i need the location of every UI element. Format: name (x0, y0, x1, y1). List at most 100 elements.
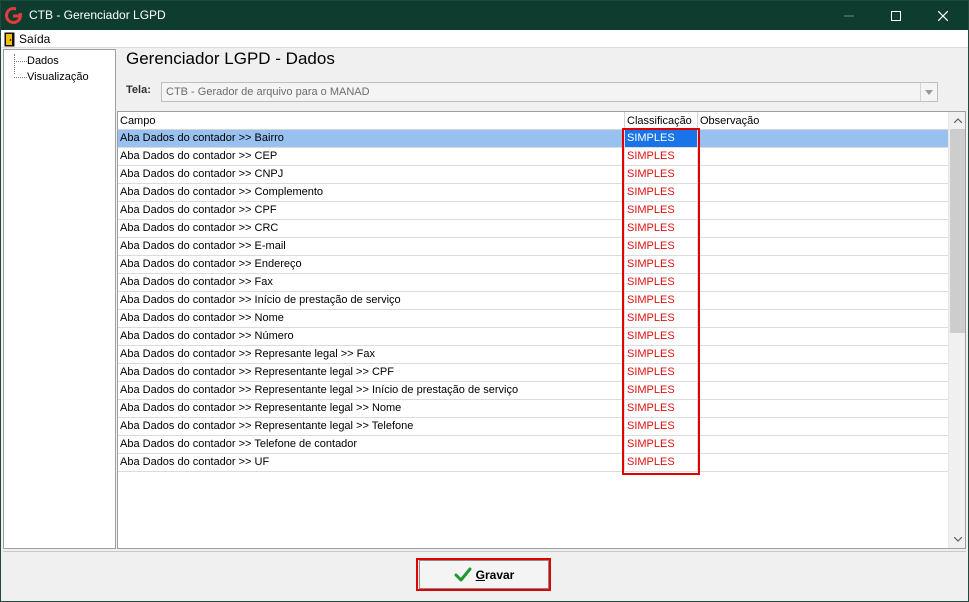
cell-observacao[interactable] (698, 454, 949, 471)
table-row[interactable]: Aba Dados do contador >> Complemento SIMP… (118, 184, 949, 202)
table-row[interactable]: Aba Dados do contador >> CPF SIMPLES (118, 202, 949, 220)
cell-observacao[interactable] (698, 220, 949, 237)
table-row[interactable]: Aba Dados do contador >> Fax SIMPLES (118, 274, 949, 292)
cell-campo: Aba Dados do contador >> CPF (118, 202, 625, 219)
cell-observacao[interactable] (698, 400, 949, 417)
menu-bar: Saída (1, 30, 968, 48)
tree-item-visualizacao[interactable]: Visualização (14, 70, 89, 85)
cell-observacao[interactable] (698, 382, 949, 399)
exit-menu-item[interactable]: Saída (4, 31, 50, 47)
chevron-down-icon (925, 89, 933, 95)
chevron-down-icon (953, 537, 962, 542)
fields-grid: Campo Classificação Observação Aba Dados… (117, 111, 966, 549)
cell-observacao[interactable] (698, 292, 949, 309)
cell-classificacao[interactable]: SIMPLES (625, 436, 698, 453)
save-button-label: Gravar (475, 567, 515, 582)
checkmark-icon (454, 567, 472, 581)
cell-classificacao[interactable]: SIMPLES (625, 292, 698, 309)
cell-classificacao[interactable]: SIMPLES (625, 220, 698, 237)
table-row[interactable]: Aba Dados do contador >> Telefone de con… (118, 436, 949, 454)
cell-observacao[interactable] (698, 256, 949, 273)
title-bar: CTB - Gerenciador LGPD (1, 1, 968, 30)
cell-campo: Aba Dados do contador >> Telefone de con… (118, 436, 625, 453)
grid-header: Campo Classificação Observação (118, 112, 949, 130)
cell-classificacao[interactable]: SIMPLES (625, 400, 698, 417)
cell-campo: Aba Dados do contador >> Representante l… (118, 418, 625, 435)
table-row[interactable]: Aba Dados do contador >> Representante l… (118, 364, 949, 382)
table-row[interactable]: Aba Dados do contador >> CNPJ SIMPLES (118, 166, 949, 184)
exit-menu-label: Saída (19, 32, 51, 46)
tree-item-label: Dados (27, 55, 59, 67)
window-title: CTB - Gerenciador LGPD (29, 8, 166, 22)
cell-observacao[interactable] (698, 130, 949, 147)
column-header-observacao[interactable]: Observação (698, 112, 949, 130)
save-button[interactable]: Gravar (419, 560, 549, 589)
tree-item-dados[interactable]: Dados (14, 54, 59, 69)
scroll-down-button[interactable] (949, 531, 965, 548)
column-header-classificacao[interactable]: Classificação (625, 112, 698, 130)
chevron-up-icon (953, 118, 962, 123)
app-window: CTB - Gerenciador LGPD Saída Dados Visua… (0, 0, 969, 602)
cell-classificacao[interactable]: SIMPLES (625, 256, 698, 273)
tree-branch-line (14, 77, 27, 78)
cell-classificacao[interactable]: SIMPLES (625, 418, 698, 435)
navigation-tree: Dados Visualização (3, 49, 116, 549)
table-row[interactable]: Aba Dados do contador >> CRC SIMPLES (118, 220, 949, 238)
table-row[interactable]: Aba Dados do contador >> UF SIMPLES (118, 454, 949, 472)
cell-classificacao[interactable]: SIMPLES (625, 166, 698, 183)
cell-campo: Aba Dados do contador >> E-mail (118, 238, 625, 255)
table-row[interactable]: Aba Dados do contador >> Represante lega… (118, 346, 949, 364)
cell-observacao[interactable] (698, 418, 949, 435)
column-header-campo[interactable]: Campo (118, 112, 625, 130)
cell-campo: Aba Dados do contador >> Representante l… (118, 400, 625, 417)
table-row[interactable]: Aba Dados do contador >> Representante l… (118, 418, 949, 436)
cell-observacao[interactable] (698, 184, 949, 201)
cell-classificacao[interactable]: SIMPLES (625, 310, 698, 327)
cell-classificacao[interactable]: SIMPLES (625, 202, 698, 219)
cell-observacao[interactable] (698, 148, 949, 165)
cell-observacao[interactable] (698, 274, 949, 291)
table-row[interactable]: Aba Dados do contador >> E-mail SIMPLES (118, 238, 949, 256)
cell-classificacao[interactable]: SIMPLES (625, 382, 698, 399)
close-button[interactable] (920, 1, 966, 30)
cell-classificacao[interactable]: SIMPLES (625, 364, 698, 381)
maximize-button[interactable] (873, 1, 919, 30)
scrollbar-thumb[interactable] (950, 129, 965, 333)
cell-observacao[interactable] (698, 436, 949, 453)
cell-classificacao[interactable]: SIMPLES (625, 130, 698, 147)
cell-classificacao[interactable]: SIMPLES (625, 346, 698, 363)
cell-classificacao[interactable]: SIMPLES (625, 148, 698, 165)
minimize-button[interactable] (826, 1, 872, 30)
cell-classificacao[interactable]: SIMPLES (625, 454, 698, 471)
table-row[interactable]: Aba Dados do contador >> Representante l… (118, 400, 949, 418)
table-row[interactable]: Aba Dados do contador >> Representante l… (118, 382, 949, 400)
cell-observacao[interactable] (698, 346, 949, 363)
screen-select[interactable]: CTB - Gerador de arquivo para o MANAD (161, 82, 938, 102)
table-row[interactable]: Aba Dados do contador >> Número SIMPLES (118, 328, 949, 346)
cell-campo: Aba Dados do contador >> Endereço (118, 256, 625, 273)
cell-observacao[interactable] (698, 238, 949, 255)
vertical-scrollbar[interactable] (948, 112, 965, 548)
table-row[interactable]: Aba Dados do contador >> Nome SIMPLES (118, 310, 949, 328)
cell-observacao[interactable] (698, 202, 949, 219)
cell-classificacao[interactable]: SIMPLES (625, 274, 698, 291)
scroll-up-button[interactable] (949, 112, 965, 129)
tree-item-label: Visualização (27, 71, 89, 83)
cell-observacao[interactable] (698, 166, 949, 183)
dropdown-arrow-button[interactable] (920, 83, 937, 101)
app-logo-icon (5, 7, 22, 24)
table-row[interactable]: Aba Dados do contador >> Início de prest… (118, 292, 949, 310)
maximize-icon (891, 10, 901, 21)
table-row[interactable]: Aba Dados do contador >> CEP SIMPLES (118, 148, 949, 166)
cell-campo: Aba Dados do contador >> Início de prest… (118, 292, 625, 309)
cell-classificacao[interactable]: SIMPLES (625, 328, 698, 345)
cell-observacao[interactable] (698, 328, 949, 345)
cell-campo: Aba Dados do contador >> CEP (118, 148, 625, 165)
table-row[interactable]: Aba Dados do contador >> Bairro SIMPLES (118, 130, 949, 148)
grid-rows: Aba Dados do contador >> Bairro SIMPLES Ab… (118, 130, 949, 472)
cell-classificacao[interactable]: SIMPLES (625, 184, 698, 201)
table-row[interactable]: Aba Dados do contador >> Endereço SIMPLES (118, 256, 949, 274)
cell-classificacao[interactable]: SIMPLES (625, 238, 698, 255)
cell-observacao[interactable] (698, 364, 949, 381)
cell-observacao[interactable] (698, 310, 949, 327)
